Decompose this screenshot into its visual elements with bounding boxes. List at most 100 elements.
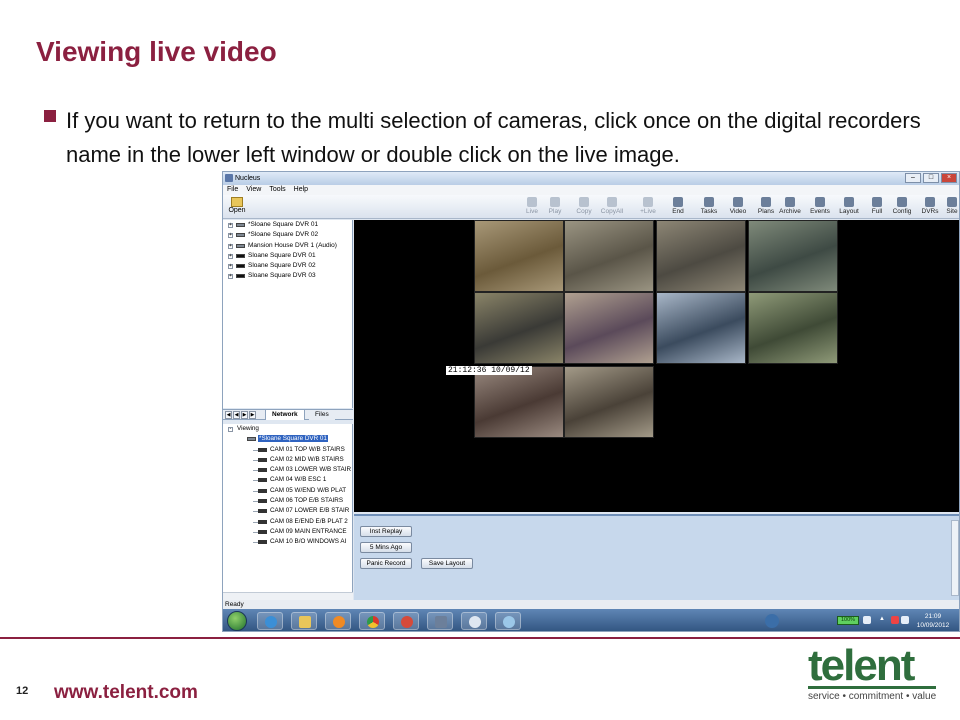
expand-icon[interactable]: + (228, 233, 233, 239)
viewing-root[interactable]: - Viewing (223, 424, 352, 434)
toolbar-button-play[interactable]: Play (542, 196, 568, 218)
toolbar-button-plans[interactable]: Plans (753, 196, 779, 218)
camera-feed-tile[interactable] (748, 292, 838, 364)
first-arrow-icon[interactable]: ◀ (225, 411, 232, 419)
expand-icon[interactable]: + (228, 253, 233, 259)
toolbar-button-label: Tasks (700, 208, 718, 215)
camera-feed-tile[interactable] (564, 292, 654, 364)
app-taskbar-icon[interactable] (393, 612, 419, 630)
toolbar-button-copy[interactable]: Copy (571, 196, 597, 218)
toolbar-icon (607, 197, 617, 207)
start-button[interactable] (227, 611, 247, 631)
inst-replay-button[interactable]: Inst Replay (360, 526, 412, 537)
menu-file[interactable]: File (227, 185, 238, 195)
camera-feed-tile[interactable] (564, 220, 654, 292)
camera-icon (258, 509, 267, 514)
explorer-taskbar-icon[interactable] (291, 612, 317, 630)
camera-feed-tile[interactable] (474, 366, 564, 438)
network-taskbar-icon[interactable] (461, 612, 487, 630)
maximize-button[interactable]: □ (923, 173, 939, 183)
toolbar-button-archive[interactable]: Archive (777, 196, 803, 218)
camera-item[interactable]: CAM 09 MAIN ENTRANCE (223, 527, 352, 537)
toolbar-button-layout[interactable]: Layout (836, 196, 862, 218)
toolbar-button-video[interactable]: Video (725, 196, 751, 218)
tree-horizontal-scrollbar[interactable] (223, 592, 353, 600)
camera-icon (258, 488, 267, 493)
controls-vertical-scrollbar[interactable] (951, 520, 959, 596)
camera-item[interactable]: CAM 07 LOWER E/B STAIR (223, 506, 352, 516)
minimize-button[interactable]: – (905, 173, 921, 183)
recorder-node[interactable]: *Sloane Square DVR 01 (223, 434, 352, 444)
flag-icon[interactable] (891, 616, 899, 624)
save-layout-button[interactable]: Save Layout (421, 558, 473, 569)
camera-item[interactable]: CAM 02 MID W/B STAIRS (223, 455, 352, 465)
ie-taskbar-icon[interactable] (257, 612, 283, 630)
camera-feed-tile[interactable] (474, 292, 564, 364)
expand-icon[interactable]: + (228, 264, 233, 270)
bullet-square-icon (44, 110, 56, 122)
toolbar-button-end[interactable]: End (665, 196, 691, 218)
network-tree-item[interactable]: + Mansion House DVR 1 (Audio) (223, 241, 352, 251)
toolbar-button-tasks[interactable]: Tasks (696, 196, 722, 218)
camera-icon (258, 447, 267, 452)
toolbar-button-copyall[interactable]: CopyAll (599, 196, 625, 218)
camera-item[interactable]: CAM 10 B/O WINDOWS AI (223, 537, 352, 547)
show-hidden-icons[interactable]: ▲ (879, 616, 887, 624)
camera-label: CAM 02 MID W/B STAIRS (270, 455, 344, 463)
tray-app-icon[interactable] (765, 614, 779, 628)
bullet-text: If you want to return to the multi selec… (66, 108, 921, 167)
live-video-grid[interactable]: 21:12:36 10/09/12 (354, 220, 959, 512)
battery-indicator[interactable]: 100% (837, 616, 859, 625)
volume-icon[interactable] (901, 616, 909, 624)
menu-tools[interactable]: Tools (269, 185, 285, 195)
footer-url[interactable]: www.telent.com (54, 682, 198, 704)
panic-record-button[interactable]: Panic Record (360, 558, 412, 569)
expand-icon[interactable]: + (228, 223, 233, 228)
tray-toggle-icon[interactable] (863, 616, 871, 624)
toolbar-button-config[interactable]: Config (889, 196, 915, 218)
camera-feed-tile[interactable] (656, 292, 746, 364)
menu-help[interactable]: Help (294, 185, 308, 195)
camera-feed-tile[interactable] (656, 220, 746, 292)
network-tree-item[interactable]: + Sloane Square DVR 02 (223, 261, 352, 271)
paint-taskbar-icon[interactable] (495, 612, 521, 630)
nucleus-taskbar-icon[interactable] (427, 612, 453, 630)
open-button[interactable]: Open (225, 196, 249, 218)
network-tree-item[interactable]: + *Sloane Square DVR 02 (223, 230, 352, 240)
network-tree-item[interactable]: + Sloane Square DVR 03 (223, 271, 352, 281)
toolbar-button-live[interactable]: +Live (635, 196, 661, 218)
clock[interactable]: 21:09 10/09/2012 (911, 612, 955, 630)
chrome-taskbar-icon[interactable] (359, 612, 385, 630)
toolbar-button-full[interactable]: Full (864, 196, 890, 218)
camera-feed-tile[interactable] (748, 220, 838, 292)
camera-feed-tile[interactable] (474, 220, 564, 292)
camera-item[interactable]: CAM 06 TOP E/B STAIRS (223, 496, 352, 506)
network-tree-item[interactable]: + *Sloane Square DVR 01 (223, 220, 352, 230)
camera-item[interactable]: CAM 03 LOWER W/B STAIR (223, 465, 352, 475)
camera-feed-tile[interactable] (564, 366, 654, 438)
toolbar-icon (673, 197, 683, 207)
five-mins-ago-button[interactable]: 5 Mins Ago (360, 542, 412, 553)
toolbar-button-site[interactable]: Site (939, 196, 959, 218)
toolbar-button-events[interactable]: Events (807, 196, 833, 218)
close-button[interactable]: × (941, 173, 957, 183)
network-tree-item[interactable]: + Sloane Square DVR 01 (223, 251, 352, 261)
expand-icon[interactable]: + (228, 274, 233, 280)
camera-item[interactable]: CAM 08 E/END E/B PLAT 2 (223, 517, 352, 527)
camera-item[interactable]: CAM 05 W/END W/B PLAT (223, 486, 352, 496)
slide-title: Viewing live video (36, 36, 277, 67)
menu-view[interactable]: View (246, 185, 261, 195)
next-arrow-icon[interactable]: ▶ (241, 411, 248, 419)
last-arrow-icon[interactable]: ▶ (249, 411, 256, 419)
recorder-name[interactable]: *Sloane Square DVR 01 (258, 435, 328, 443)
tab-network[interactable]: Network (265, 410, 305, 420)
expand-icon[interactable]: + (228, 243, 233, 249)
dvr-icon (236, 223, 245, 227)
tab-files[interactable]: Files (309, 410, 335, 420)
toolbar-button-label: Copy (576, 208, 592, 215)
camera-item[interactable]: CAM 01 TOP W/B STAIRS (223, 445, 352, 455)
prev-arrow-icon[interactable]: ◀ (233, 411, 240, 419)
collapse-icon[interactable]: - (228, 427, 233, 432)
camera-item[interactable]: CAM 04 W/B ESC 1 (223, 475, 352, 485)
media-player-taskbar-icon[interactable] (325, 612, 351, 630)
